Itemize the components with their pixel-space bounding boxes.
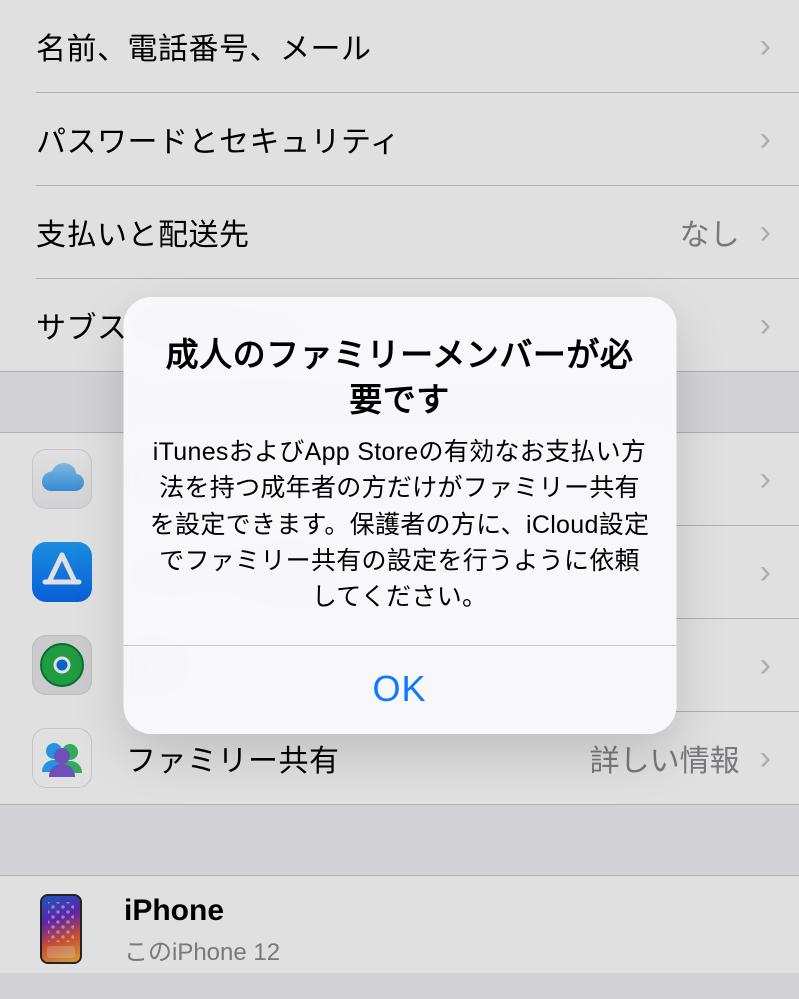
iphone-device-icon [40,894,82,964]
findmy-icon [32,635,92,695]
chevron-right-icon: › [760,308,771,342]
row-label: パスワードとセキュリティ [36,117,754,161]
alert-body: 成人のファミリーメンバーが必要です iTunesおよびApp Storeの有効な… [123,297,676,645]
device-text: iPhone このiPhone 12 [124,894,280,967]
chevron-right-icon: › [760,215,771,249]
row-payment-shipping[interactable]: 支払いと配送先 なし › [0,186,799,278]
row-password-security[interactable]: パスワードとセキュリティ › [0,93,799,185]
family-sharing-icon [32,728,92,788]
row-label: 支払いと配送先 [36,210,680,254]
row-device-iphone[interactable]: iPhone このiPhone 12 [0,876,799,973]
alert-container: 成人のファミリーメンバーが必要です iTunesおよびApp Storeの有効な… [123,297,676,734]
chevron-right-icon: › [760,741,771,775]
chevron-right-icon: › [760,555,771,589]
devices-group: iPhone このiPhone 12 [0,875,799,973]
row-detail: 詳しい情報 [590,736,740,780]
chevron-right-icon: › [760,122,771,156]
row-label: 名前、電話番号、メール [36,24,754,68]
alert-message: iTunesおよびApp Storeの有効なお支払い方法を持つ成年者の方だけがフ… [149,434,650,615]
separator [0,804,799,805]
ok-button[interactable]: OK [123,646,676,734]
chevron-right-icon: › [760,462,771,496]
chevron-right-icon: › [760,648,771,682]
alert-dialog: 成人のファミリーメンバーが必要です iTunesおよびApp Storeの有効な… [123,297,676,734]
appstore-icon [32,542,92,602]
device-subtitle: このiPhone 12 [124,932,280,967]
row-detail: なし [680,210,740,254]
row-label: ファミリー共有 [126,736,590,780]
alert-title: 成人のファミリーメンバーが必要です [149,333,650,422]
icloud-icon [32,449,92,509]
device-title: iPhone [124,894,280,928]
chevron-right-icon: › [760,29,771,63]
row-name-phone-email[interactable]: 名前、電話番号、メール › [0,0,799,92]
